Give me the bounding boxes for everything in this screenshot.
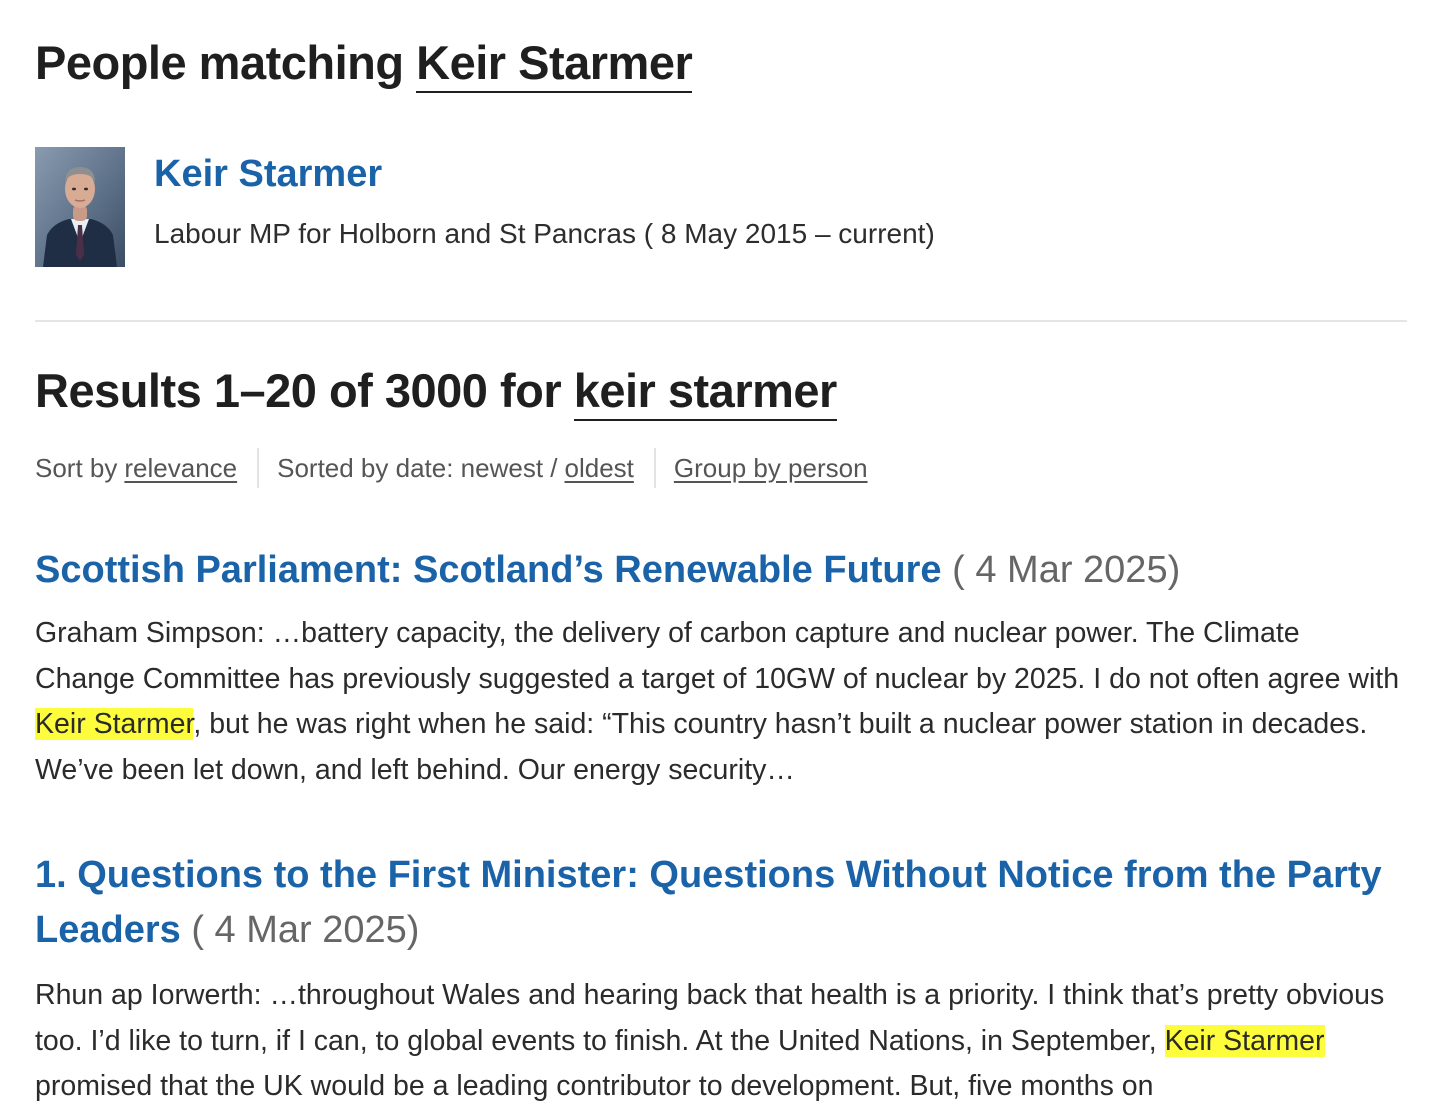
group-by-person: Group by person: [653, 448, 868, 488]
result-excerpt: Graham Simpson: …battery capacity, the d…: [35, 611, 1407, 793]
excerpt-text: promised that the UK would be a leading …: [35, 1070, 1154, 1102]
divider: [35, 320, 1407, 322]
people-query-term: Keir Starmer: [416, 35, 693, 93]
search-result: 1. Questions to the First Minister: Ques…: [35, 848, 1407, 1110]
sort-by-date: Sorted by date: newest / oldest: [257, 448, 634, 488]
sort-oldest-link[interactable]: oldest: [565, 453, 634, 484]
result-title-link[interactable]: Scottish Parliament: Scotland’s Renewabl…: [35, 549, 942, 591]
avatar[interactable]: [35, 147, 125, 267]
sort-by-relevance: Sort by relevance: [35, 448, 237, 488]
results-heading: Results 1–20 of 3000 for keir starmer: [35, 362, 837, 421]
person-detail: Labour MP for Holborn and St Pancras ( 8…: [154, 218, 935, 249]
excerpt-highlight: Keir Starmer: [35, 708, 194, 740]
sort-by-label: Sort by: [35, 452, 118, 483]
results-query-term: keir starmer: [573, 363, 837, 421]
people-heading: People matching Keir Starmer: [35, 34, 693, 93]
sorted-by-date-label: Sorted by date: newest /: [277, 452, 558, 483]
excerpt-text: Graham Simpson: …battery capacity, the d…: [35, 617, 1400, 695]
excerpt-highlight: Keir Starmer: [1164, 1024, 1325, 1057]
search-result: Scottish Parliament: Scotland’s Renewabl…: [35, 543, 1407, 793]
person-card: Keir Starmer Labour MP for Holborn and S…: [35, 147, 1407, 267]
result-title: Scottish Parliament: Scotland’s Renewabl…: [35, 543, 1407, 598]
people-heading-prefix: People matching: [35, 36, 404, 89]
result-title: 1. Questions to the First Minister: Ques…: [35, 848, 1407, 958]
sort-bar: Sort by relevance Sorted by date: newest …: [35, 448, 868, 488]
result-date: ( 4 Mar 2025): [952, 549, 1181, 591]
result-date: ( 4 Mar 2025): [191, 909, 420, 951]
results-heading-prefix: Results 1–20 of 3000 for: [35, 364, 562, 417]
result-excerpt: Rhun ap Iorwerth: …throughout Wales and …: [35, 973, 1407, 1110]
group-by-person-link[interactable]: Group by person: [674, 453, 868, 484]
person-name-link[interactable]: Keir Starmer: [154, 150, 382, 198]
excerpt-text: , but he was right when he said: “This c…: [35, 708, 1368, 786]
sort-relevance-link[interactable]: relevance: [124, 453, 237, 484]
person-photo-icon: [35, 147, 125, 267]
